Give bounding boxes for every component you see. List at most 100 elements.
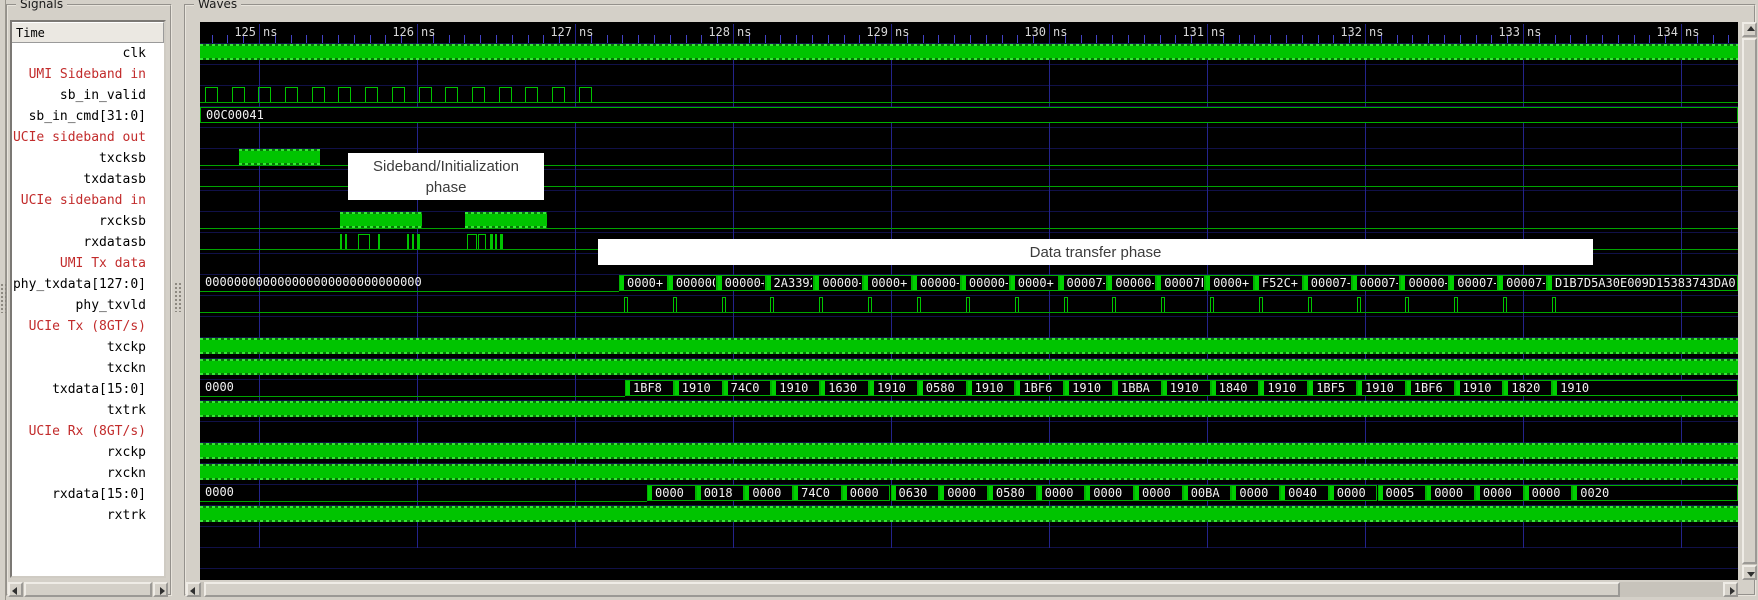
signal-item-txdatasb[interactable]: txdatasb xyxy=(12,169,164,190)
signal-item-rxtrk[interactable]: rxtrk xyxy=(12,505,164,526)
wave-phy_txdata[127:0]-bus-segment: 2A3392D+ xyxy=(766,275,815,291)
bus-value-label: 00000+ xyxy=(725,276,764,290)
waves-hscroll-left-button[interactable] xyxy=(186,582,201,597)
timeline-minor-tick xyxy=(1397,35,1398,43)
waves-vscrollbar[interactable] xyxy=(1742,22,1757,580)
scroll-right-icon xyxy=(1730,587,1735,595)
signal-item-rxdatasb[interactable]: rxdatasb xyxy=(12,232,164,253)
signal-item-txtrk[interactable]: txtrk xyxy=(12,400,164,421)
panel-splitter[interactable] xyxy=(174,282,181,312)
row-separator-line xyxy=(200,64,1738,65)
signal-item-ucie-sideband-in[interactable]: UCIe sideband in xyxy=(12,190,164,211)
bus-value-label: 1910 xyxy=(877,381,916,395)
bus-value-label: 1BF6 xyxy=(1023,381,1062,395)
bus-transition-icon xyxy=(1553,381,1557,395)
signals-hscrollbar[interactable] xyxy=(8,582,168,597)
wave-phy_txvld-pulse xyxy=(1015,297,1019,312)
signal-item-phy-txdata-127-0-[interactable]: phy_txdata[127:0] xyxy=(12,274,164,295)
wave-phy_txdata[127:0]-bus-segment: 0000+ xyxy=(619,275,668,291)
signal-item-umi-tx-data[interactable]: UMI Tx data xyxy=(12,253,164,274)
signal-item-ucie-tx-8gt-s-[interactable]: UCIe Tx (8GT/s) xyxy=(12,316,164,337)
signal-item-ucie-rx-8gt-s-[interactable]: UCIe Rx (8GT/s) xyxy=(12,421,164,442)
signal-item-clk[interactable]: clk xyxy=(12,43,164,64)
bus-transition-icon xyxy=(892,486,896,500)
bus-transition-icon xyxy=(1212,381,1216,395)
signals-list-header[interactable]: Time xyxy=(12,22,164,43)
bus-transition-icon xyxy=(1304,276,1308,290)
signal-item-sb-in-cmd-31-0-[interactable]: sb_in_cmd[31:0] xyxy=(12,106,164,127)
wave-rxdatasb-pulse xyxy=(340,234,342,249)
wave-phy_txdata[127:0]-bus-segment: 00007+ xyxy=(1303,275,1352,291)
timeline-minor-tick xyxy=(1412,35,1413,43)
bus-value-label: 0000 xyxy=(1337,486,1376,500)
waves-panel-title: Waves xyxy=(194,0,241,11)
timeline-minor-tick xyxy=(1239,35,1240,43)
wave-sb_in_valid-pulse xyxy=(579,87,592,102)
bus-value-label: 0000 xyxy=(1434,486,1473,500)
waves-hscrollbar[interactable] xyxy=(186,582,1738,597)
waves-hscroll-thumb[interactable] xyxy=(204,582,1620,597)
wave-sb_in_cmd[31:0]-bus: 00C00041 xyxy=(200,107,1738,123)
signals-list[interactable]: Time clkUMI Sideband insb_in_validsb_in_… xyxy=(10,20,166,578)
signals-hscroll-right-button[interactable] xyxy=(153,582,168,597)
timeline-minor-tick xyxy=(1128,35,1129,43)
wave-phy_txdata[127:0]-bus-segment: 0000+ xyxy=(1205,275,1254,291)
bus-transition-icon xyxy=(1401,276,1405,290)
timeline-minor-tick xyxy=(1270,35,1271,43)
wave-canvas[interactable]: 125ns126ns127ns128ns129ns130ns131ns132ns… xyxy=(200,22,1738,580)
wave-sb_in_valid-pulse xyxy=(312,87,325,102)
wave-rxdatasb-pulse xyxy=(345,234,347,249)
signal-item-ucie-sideband-out[interactable]: UCIe sideband out xyxy=(12,127,164,148)
timeline-minor-tick xyxy=(496,35,497,43)
timeline-minor-tick xyxy=(923,35,924,43)
timeline-minor-tick xyxy=(1112,35,1113,43)
signal-item-phy-txvld[interactable]: phy_txvld xyxy=(12,295,164,316)
waves-vscroll-thumb[interactable] xyxy=(1742,38,1757,564)
signal-item-rxckn[interactable]: rxckn xyxy=(12,463,164,484)
wave-txdata[15:0]-bus-segment: 1910 xyxy=(1357,380,1406,396)
signals-hscroll-thumb[interactable] xyxy=(24,582,152,597)
row-separator-line xyxy=(200,568,1738,569)
scroll-down-icon xyxy=(1747,572,1755,577)
signals-panel: Signals Time clkUMI Sideband insb_in_val… xyxy=(6,4,172,596)
row-separator-line xyxy=(200,127,1738,128)
signal-item-rxdata-15-0-[interactable]: rxdata[15:0] xyxy=(12,484,164,505)
signals-hscroll-left-button[interactable] xyxy=(8,582,23,597)
timeline-minor-tick xyxy=(291,35,292,43)
bus-transition-icon xyxy=(1379,486,1383,500)
signal-item-txcksb[interactable]: txcksb xyxy=(12,148,164,169)
wave-rxdatasb-pulse xyxy=(407,234,409,249)
bus-transition-icon xyxy=(1281,486,1285,500)
timeline-unit-label: ns xyxy=(737,25,751,39)
wave-sb_in_valid-pulse xyxy=(232,87,245,102)
bus-value-label: 0000 xyxy=(1239,486,1278,500)
bus-transition-icon xyxy=(772,381,776,395)
wave-phy_txdata[127:0]-bus-segment: 00000+ xyxy=(717,275,766,291)
wave-phy_txdata[127:0]-bus-segment: 00007+ xyxy=(1498,275,1547,291)
waves-hscroll-right-button[interactable] xyxy=(1723,582,1738,597)
bus-value-label: 1910 xyxy=(779,381,818,395)
wave-phy_txdata[127:0]-bus-segment: 00000+ xyxy=(1107,275,1156,291)
signal-item-umi-sideband-in[interactable]: UMI Sideband in xyxy=(12,64,164,85)
waves-vscroll-down-button[interactable] xyxy=(1742,565,1757,580)
wave-sb_in_valid-pulse xyxy=(392,87,405,102)
bus-value-label: 1910 xyxy=(682,381,721,395)
signal-item-rxckp[interactable]: rxckp xyxy=(12,442,164,463)
wave-rxdata[15:0]-bus-segment: 0000 xyxy=(1329,485,1378,501)
bus-value-label: 1840 xyxy=(1219,381,1258,395)
bus-value-label: 0018 xyxy=(704,486,743,500)
waves-vscroll-up-button[interactable] xyxy=(1742,22,1757,37)
bus-transition-icon xyxy=(919,381,923,395)
signal-item-txckp[interactable]: txckp xyxy=(12,337,164,358)
signal-item-txdata-15-0-[interactable]: txdata[15:0] xyxy=(12,379,164,400)
wave-txdata[15:0]-bus-segment: 1910 xyxy=(1455,380,1504,396)
signal-item-rxcksb[interactable]: rxcksb xyxy=(12,211,164,232)
signal-item-txckn[interactable]: txckn xyxy=(12,358,164,379)
wave-rxtrk xyxy=(200,506,1738,522)
wave-phy_txvld-pulse xyxy=(673,297,677,312)
signal-item-sb-in-valid[interactable]: sb_in_valid xyxy=(12,85,164,106)
bus-value-label: 0580 xyxy=(926,381,965,395)
timeline-minor-tick xyxy=(322,35,323,43)
timeline-minor-tick xyxy=(1555,35,1556,43)
wave-txckp xyxy=(200,338,1738,354)
